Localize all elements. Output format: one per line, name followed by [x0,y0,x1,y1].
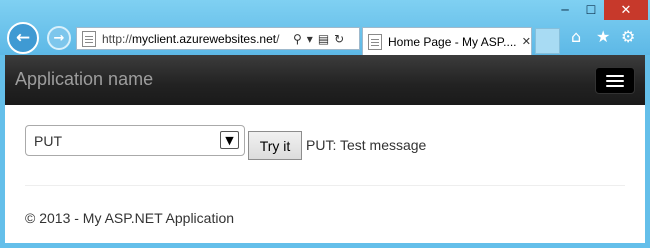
close-window-button[interactable]: ✕ [604,0,648,20]
compat-icon[interactable]: ▤ [318,32,329,46]
url-host: myclient.azurewebsites.net [132,31,277,46]
navbar-toggle-button[interactable] [595,67,635,94]
minimize-button[interactable]: ─ [552,0,578,20]
url-scheme: http:// [102,31,133,46]
page-viewport: Application name PUT ▼ Try it PUT: Test … [5,55,645,243]
hamburger-icon [606,74,624,77]
method-select[interactable]: PUT ▼ [25,125,245,156]
browser-chrome: ─ ☐ ✕ ← → http://myclient.azurewebsites.… [0,0,650,55]
navbar-brand[interactable]: Application name [15,69,153,90]
new-tab-button[interactable] [535,28,560,54]
dropdown-icon[interactable]: ▾ [307,32,313,46]
home-icon[interactable]: ⌂ [571,27,581,46]
url-suffix: / [276,31,280,46]
footer-divider [25,185,625,186]
navbar: Application name [5,55,645,105]
back-button[interactable]: ← [7,22,39,54]
method-select-value: PUT [34,133,62,149]
refresh-icon[interactable]: ↻ [334,32,344,46]
gear-icon[interactable]: ⚙ [621,27,635,46]
tab-home-page[interactable]: Home Page - My ASP.... ✕ [362,27,532,55]
page-icon [82,30,96,47]
search-icon[interactable]: ⚲ [293,32,302,46]
star-icon[interactable]: ★ [596,27,610,46]
arrow-right-icon: → [53,30,65,46]
hamburger-icon [606,79,624,82]
maximize-button[interactable]: ☐ [578,0,604,20]
hamburger-icon [606,84,624,87]
address-bar[interactable]: http://myclient.azurewebsites.net/ ⚲ ▾ ▤… [76,27,360,50]
forward-button[interactable]: → [47,26,71,50]
arrow-left-icon: ← [15,28,31,48]
result-text: PUT: Test message [306,137,427,153]
tab-page-icon [368,33,382,50]
tab-title: Home Page - My ASP.... [388,34,516,49]
try-it-button[interactable]: Try it [248,131,302,160]
url-text[interactable]: http://myclient.azurewebsites.net/ [102,32,287,46]
chevron-down-icon[interactable]: ▼ [220,131,239,149]
tab-close-icon[interactable]: ✕ [522,35,531,48]
footer-text: © 2013 - My ASP.NET Application [25,210,235,226]
